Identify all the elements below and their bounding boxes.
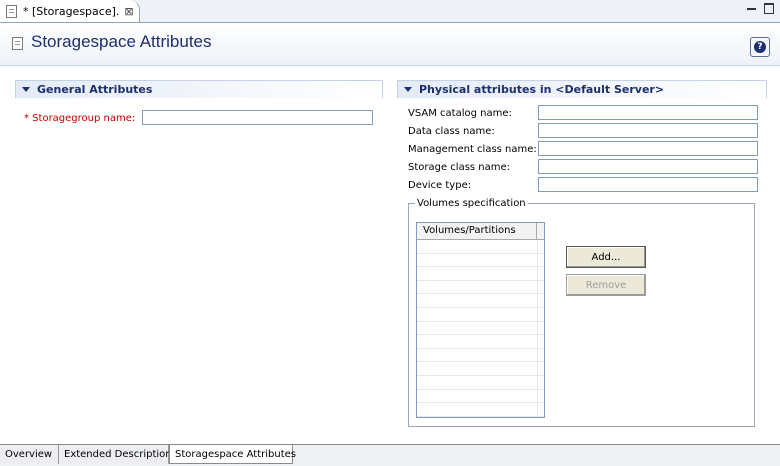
editor-tab-storagespace[interactable]: * [Storagespace]. ⊠ <box>0 0 140 22</box>
table-row[interactable] <box>417 348 544 363</box>
window-controls <box>747 3 774 14</box>
data-class-input[interactable] <box>538 123 758 138</box>
data-class-label: Data class name: <box>408 126 495 137</box>
table-row[interactable] <box>417 267 544 281</box>
table-row[interactable] <box>417 403 544 417</box>
maximize-icon[interactable] <box>764 3 774 14</box>
close-icon[interactable]: ⊠ <box>124 5 133 18</box>
table-row[interactable] <box>417 389 544 404</box>
volumes-table[interactable]: Volumes/Partitions <box>416 222 545 418</box>
minimize-icon[interactable] <box>747 8 756 10</box>
editor-page-tabs: Overview Extended Description Storagespa… <box>0 444 780 466</box>
expand-triangle-icon <box>22 87 30 92</box>
storagegroup-name-label: * Storagegroup name: <box>24 113 136 124</box>
add-volume-button[interactable]: Add... <box>566 246 646 268</box>
table-row[interactable] <box>417 307 544 322</box>
table-row[interactable] <box>417 240 544 254</box>
section-title: General Attributes <box>37 83 153 96</box>
help-icon: ? <box>754 41 766 53</box>
storage-class-input[interactable] <box>538 159 758 174</box>
management-class-label: Management class name: <box>408 144 537 155</box>
help-button[interactable]: ? <box>750 37 770 57</box>
table-row[interactable] <box>417 321 544 336</box>
table-row[interactable] <box>417 280 544 295</box>
section-title: Physical attributes in <Default Server> <box>419 83 665 96</box>
table-row[interactable] <box>417 375 544 390</box>
editor-tab-title: * [Storagespace]. <box>23 4 120 18</box>
vsam-catalog-input[interactable] <box>538 105 758 120</box>
vsam-catalog-label: VSAM catalog name: <box>408 108 512 119</box>
document-icon <box>12 37 23 50</box>
storage-class-label: Storage class name: <box>408 162 511 173</box>
table-row[interactable] <box>417 335 544 349</box>
device-type-label: Device type: <box>408 180 472 191</box>
remove-volume-button[interactable]: Remove <box>566 274 646 296</box>
device-type-input[interactable] <box>538 177 758 192</box>
form-header: Storagespace Attributes ? <box>0 23 780 66</box>
tab-overview[interactable]: Overview <box>0 445 59 464</box>
management-class-input[interactable] <box>538 141 758 156</box>
document-icon <box>6 4 17 18</box>
tab-extended-description[interactable]: Extended Description <box>59 445 172 464</box>
page-title: Storagespace Attributes <box>31 32 212 51</box>
table-row[interactable] <box>417 253 544 268</box>
column-header-volumes-partitions[interactable]: Volumes/Partitions <box>417 223 537 239</box>
volumes-specification-title: Volumes specification <box>415 198 528 209</box>
table-row[interactable] <box>417 294 544 308</box>
editor-tab-strip: * [Storagespace]. ⊠ <box>0 0 780 23</box>
storagegroup-name-input[interactable] <box>142 110 373 125</box>
section-general-attributes[interactable]: General Attributes <box>15 80 383 98</box>
table-row[interactable] <box>417 362 544 376</box>
tab-storagespace-attributes[interactable]: Storagespace Attributes <box>169 445 296 464</box>
expand-triangle-icon <box>404 87 412 92</box>
volumes-table-header: Volumes/Partitions <box>417 223 544 240</box>
section-physical-attributes[interactable]: Physical attributes in <Default Server> <box>397 80 767 98</box>
